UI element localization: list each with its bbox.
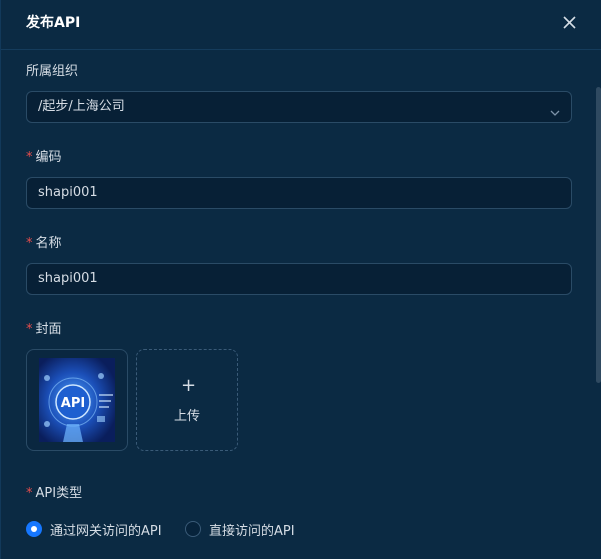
radio-direct-api-label: 直接访问的API <box>209 524 295 539</box>
cover-label: * 封面 <box>26 321 62 339</box>
dialog-title: 发布API <box>26 15 81 31</box>
radio-unchecked-icon <box>185 521 201 537</box>
name-label-text: 名称 <box>35 236 62 251</box>
required-mark: * <box>26 486 33 501</box>
radio-checked-icon <box>26 521 42 537</box>
close-icon[interactable] <box>559 12 581 34</box>
api-type-label-text: API类型 <box>35 486 83 501</box>
required-mark: * <box>26 322 33 337</box>
dialog-header: 发布API <box>1 0 601 50</box>
cover-thumbnail-card[interactable]: API <box>26 349 128 451</box>
org-select[interactable]: /起步/上海公司 <box>26 91 572 123</box>
cover-label-text: 封面 <box>35 322 62 337</box>
publish-api-dialog: 发布API 所属组织 /起步/上海公司 * 编码 shapi001 * 名称 s… <box>0 0 601 559</box>
radio-gateway-api-label: 通过网关访问的API <box>50 524 162 539</box>
org-label: 所属组织 <box>26 64 79 79</box>
code-label-text: 编码 <box>35 150 62 165</box>
org-select-value: /起步/上海公司 <box>38 99 125 114</box>
name-label: * 名称 <box>26 235 62 253</box>
code-input[interactable]: shapi001 <box>26 177 572 209</box>
required-mark: * <box>26 236 33 251</box>
thumbnail-text: API <box>61 396 85 411</box>
plus-icon: + <box>181 375 197 396</box>
upload-label: 上传 <box>173 409 200 424</box>
chevron-down-icon <box>549 101 561 116</box>
api-type-label: * API类型 <box>26 485 82 503</box>
cover-thumbnail-image: API <box>39 358 115 442</box>
dialog-body: 所属组织 /起步/上海公司 * 编码 shapi001 * 名称 shapi001 … <box>1 51 601 559</box>
upload-button[interactable]: + 上传 <box>136 349 238 451</box>
name-input[interactable]: shapi001 <box>26 263 572 295</box>
code-label: * 编码 <box>26 149 62 167</box>
scrollbar-thumb[interactable] <box>596 87 601 383</box>
required-mark: * <box>26 150 33 165</box>
